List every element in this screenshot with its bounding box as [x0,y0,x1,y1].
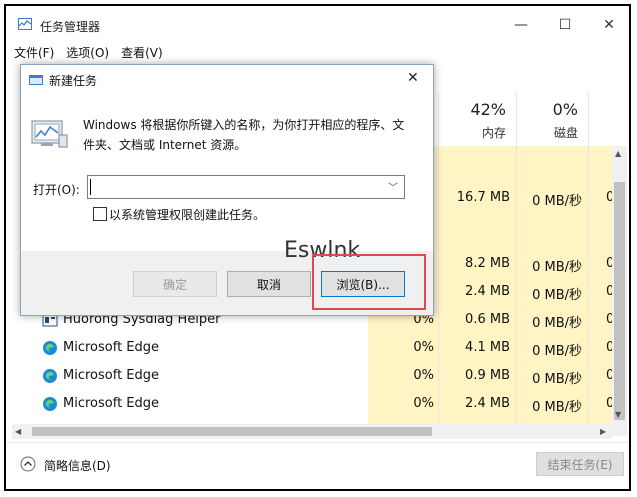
row-memory: 2.4 MB [465,284,510,299]
row-disk: 0 MB/秒 [532,372,582,387]
maximize-button[interactable]: ☐ [550,16,580,34]
maximize-icon: ☐ [558,17,572,33]
task-manager-icon [18,18,32,30]
row-disk: 0 MB/秒 [532,316,582,331]
dialog-close-icon[interactable]: ✕ [407,70,419,86]
dialog-run-icon [29,75,43,85]
open-label: 打开(O): [33,183,80,197]
edge-icon [43,341,57,355]
row-memory: 2.4 MB [465,396,510,411]
row-disk: 0 MB/秒 [532,194,582,209]
row-cpu: 0% [413,368,434,383]
row-disk: 0 MB/秒 [532,288,582,303]
menu-file[interactable]: 文件(F) [14,44,54,61]
task-manager-window: 任务管理器 — ☐ ✕ 文件(F) 选项(O) 查看(V) 42% 内存 0% … [4,4,631,491]
menu-options[interactable]: 选项(O) [66,44,109,61]
cancel-button[interactable]: 取消 [227,271,311,297]
minimize-button[interactable]: — [506,16,536,34]
row-memory: 8.2 MB [465,256,510,271]
row-disk: 0 MB/秒 [532,344,582,359]
dialog-description: Windows 将根据你所键入的名称，为你打开相应的程序、文件夹、文档或 Int… [83,118,405,152]
open-input[interactable] [92,178,382,196]
admin-checkbox-label[interactable]: 以系统管理权限创建此任务。 [109,206,265,223]
close-button[interactable]: ✕ [594,16,624,34]
row-memory: 4.1 MB [465,340,510,355]
edge-icon [43,369,57,383]
row-name: Microsoft Edge [63,396,160,411]
open-combobox[interactable]: ﹀ [87,175,405,199]
scroll-right-icon[interactable]: ▶ [600,427,606,436]
minimize-icon: — [514,17,528,33]
chevron-down-icon[interactable]: ﹀ [388,179,398,194]
row-cpu: 0% [413,340,434,355]
row-memory: 0.9 MB [465,368,510,383]
menu-view[interactable]: 查看(V) [121,44,163,61]
scroll-left-icon[interactable]: ◀ [15,427,21,436]
run-program-icon [31,120,68,148]
close-icon: ✕ [603,17,615,33]
ok-button[interactable]: 确定 [133,271,217,297]
horizontal-scroll-thumb[interactable] [32,427,432,436]
memory-column-header[interactable]: 内存 [438,124,506,141]
row-disk: 0 MB/秒 [532,400,582,415]
scroll-up-icon[interactable]: ▲ [615,149,621,158]
window-title: 任务管理器 [40,20,101,34]
text-cursor [90,179,91,195]
disk-column-percent[interactable]: 0% [516,100,578,119]
fewer-details-link[interactable]: 简略信息(D) [44,457,111,474]
end-task-button[interactable]: 结束任务(E) [536,452,624,476]
row-memory: 0.6 MB [465,312,510,327]
process-row[interactable]: Microsoft Edge 0% 0.9 MB 0 MB/秒 0 [6,362,629,390]
memory-column-percent[interactable]: 42% [438,100,506,119]
row-cpu: 0% [413,396,434,411]
row-name: Microsoft Edge [63,340,160,355]
process-row[interactable]: Microsoft Edge 0% 2.4 MB 0 MB/秒 0 [6,390,629,418]
row-memory: 16.7 MB [456,190,510,205]
row-name: Microsoft Edge [63,368,160,383]
admin-checkbox[interactable] [93,207,107,221]
scroll-down-icon[interactable]: ▼ [615,410,621,419]
process-row[interactable]: Microsoft Edge 0% 4.1 MB 0 MB/秒 0 [6,334,629,362]
dialog-title: 新建任务 [49,74,98,88]
chevron-up-circle-icon[interactable] [20,456,36,472]
vertical-scroll-thumb[interactable] [614,182,625,420]
highlight-box [312,254,426,310]
row-disk: 0 MB/秒 [532,260,582,275]
disk-column-header[interactable]: 磁盘 [516,124,578,141]
footer-divider [6,442,629,443]
menu-bar: 文件(F) 选项(O) 查看(V) [14,44,163,61]
edge-icon [43,397,57,411]
